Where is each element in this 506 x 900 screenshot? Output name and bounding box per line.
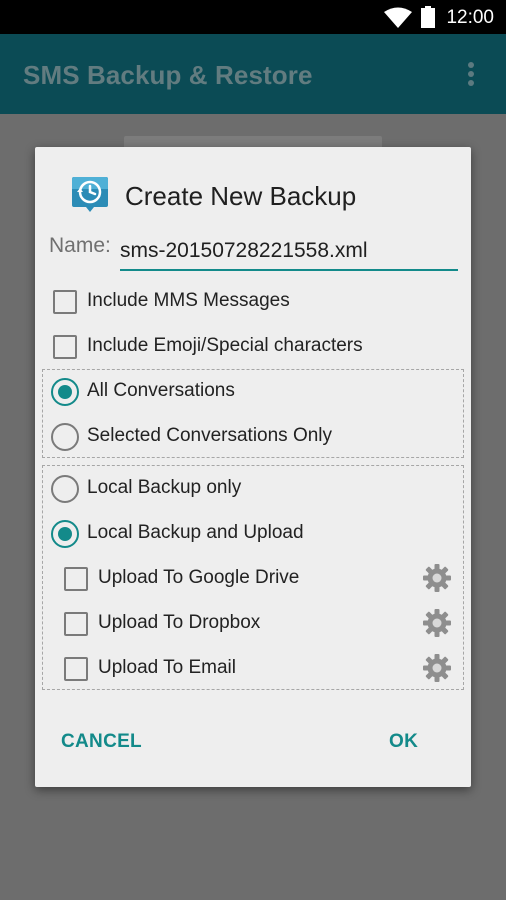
upload-google-drive-label: Upload To Google Drive [98, 567, 300, 588]
selected-conversations-radio[interactable] [51, 423, 79, 451]
local-backup-only-option[interactable]: Local Backup only [35, 467, 471, 511]
app-bar: SMS Backup & Restore [0, 34, 506, 114]
wifi-icon [384, 7, 412, 28]
status-bar: 12:00 [0, 0, 506, 34]
local-backup-only-radio[interactable] [51, 475, 79, 503]
create-backup-dialog: Create New Backup Name: Include MMS Mess… [35, 147, 471, 787]
all-conversations-option[interactable]: All Conversations [35, 370, 471, 414]
include-mms-option[interactable]: Include MMS Messages [35, 280, 471, 324]
upload-email-checkbox[interactable] [64, 657, 88, 681]
local-backup-upload-radio[interactable] [51, 520, 79, 548]
include-mms-checkbox[interactable] [53, 290, 77, 314]
include-emoji-option[interactable]: Include Emoji/Special characters [35, 325, 471, 369]
cancel-button[interactable]: CANCEL [61, 731, 142, 753]
upload-dropbox-checkbox[interactable] [64, 612, 88, 636]
all-conversations-label: All Conversations [87, 380, 235, 401]
upload-email-option[interactable]: Upload To Email [35, 647, 471, 691]
name-label: Name: [49, 234, 111, 257]
overflow-menu-icon[interactable] [463, 62, 479, 90]
backup-name-input[interactable] [120, 231, 458, 271]
upload-google-drive-checkbox[interactable] [64, 567, 88, 591]
include-emoji-checkbox[interactable] [53, 335, 77, 359]
gear-icon[interactable] [422, 653, 452, 683]
selected-conversations-label: Selected Conversations Only [87, 425, 333, 446]
upload-email-label: Upload To Email [98, 657, 237, 678]
local-backup-upload-option[interactable]: Local Backup and Upload [35, 512, 471, 556]
upload-google-drive-option[interactable]: Upload To Google Drive [35, 557, 471, 601]
include-mms-label: Include MMS Messages [87, 290, 290, 311]
upload-dropbox-label: Upload To Dropbox [98, 612, 261, 633]
app-title: SMS Backup & Restore [23, 60, 313, 90]
status-time: 12:00 [446, 7, 494, 28]
include-emoji-label: Include Emoji/Special characters [87, 335, 363, 356]
gear-icon[interactable] [422, 563, 452, 593]
backup-clock-icon [72, 177, 108, 212]
upload-dropbox-option[interactable]: Upload To Dropbox [35, 602, 471, 646]
battery-icon [421, 6, 435, 28]
gear-icon[interactable] [422, 608, 452, 638]
local-backup-only-label: Local Backup only [87, 477, 242, 498]
dialog-title: Create New Backup [125, 181, 357, 211]
ok-button[interactable]: OK [389, 731, 418, 753]
local-backup-upload-label: Local Backup and Upload [87, 522, 304, 543]
selected-conversations-option[interactable]: Selected Conversations Only [35, 415, 471, 459]
all-conversations-radio[interactable] [51, 378, 79, 406]
